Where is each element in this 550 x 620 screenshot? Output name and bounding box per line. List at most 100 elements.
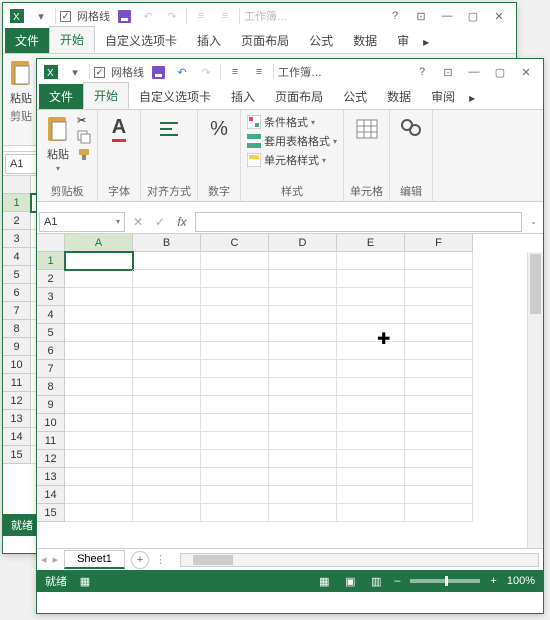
row-header[interactable]: 3 xyxy=(37,288,65,306)
tabs-more-icon[interactable]: ▸ xyxy=(419,31,433,53)
help-button[interactable]: ? xyxy=(409,62,435,82)
cell[interactable] xyxy=(65,432,133,450)
cell[interactable] xyxy=(133,252,201,270)
tab-insert[interactable]: 插入 xyxy=(187,28,231,53)
tab-review[interactable]: 审 xyxy=(387,28,419,53)
align-left-icon[interactable]: ≡ xyxy=(191,6,211,26)
tab-custom[interactable]: 自定义选项卡 xyxy=(95,28,187,53)
cell[interactable] xyxy=(201,504,269,522)
paste-icon[interactable] xyxy=(7,58,35,88)
cell[interactable] xyxy=(405,414,473,432)
help-button[interactable]: ? xyxy=(382,6,408,26)
column-header[interactable]: F xyxy=(405,234,473,252)
cell[interactable] xyxy=(65,288,133,306)
enter-icon[interactable]: ✓ xyxy=(151,215,169,229)
cell[interactable] xyxy=(269,450,337,468)
cell[interactable] xyxy=(337,288,405,306)
cell[interactable] xyxy=(201,324,269,342)
align-left-icon[interactable]: ≡ xyxy=(225,62,245,82)
cell[interactable] xyxy=(133,360,201,378)
cell[interactable] xyxy=(133,414,201,432)
cell[interactable] xyxy=(65,396,133,414)
align-center-icon[interactable]: ≡ xyxy=(215,6,235,26)
row-header[interactable]: 10 xyxy=(3,356,31,374)
row-header[interactable]: 9 xyxy=(37,396,65,414)
cell[interactable] xyxy=(65,486,133,504)
undo-icon[interactable]: ↶ xyxy=(172,62,192,82)
cell[interactable] xyxy=(201,450,269,468)
tab-review[interactable]: 审阅 xyxy=(421,84,465,109)
align-center-icon[interactable]: ≡ xyxy=(249,62,269,82)
row-header[interactable]: 6 xyxy=(3,284,31,302)
ribbon-toggle-button[interactable]: ⊡ xyxy=(408,6,434,26)
cell[interactable] xyxy=(133,396,201,414)
view-normal-icon[interactable]: ▦ xyxy=(316,575,332,588)
cells-button[interactable] xyxy=(352,114,382,144)
cells-area[interactable] xyxy=(65,252,543,548)
cell[interactable] xyxy=(201,486,269,504)
cell[interactable] xyxy=(269,306,337,324)
cell[interactable] xyxy=(405,324,473,342)
fx-icon[interactable]: fx xyxy=(173,215,191,229)
zoom-slider[interactable] xyxy=(410,579,480,583)
cell[interactable] xyxy=(133,306,201,324)
cell[interactable] xyxy=(269,270,337,288)
name-box[interactable]: A1▾ xyxy=(39,212,125,232)
cell[interactable] xyxy=(65,468,133,486)
cell[interactable] xyxy=(405,486,473,504)
cell[interactable] xyxy=(201,306,269,324)
row-header[interactable]: 8 xyxy=(37,378,65,396)
row-header[interactable]: 11 xyxy=(37,432,65,450)
row-header[interactable]: 4 xyxy=(3,248,31,266)
row-header[interactable]: 11 xyxy=(3,374,31,392)
row-header[interactable]: 2 xyxy=(3,212,31,230)
cell[interactable] xyxy=(337,504,405,522)
cell[interactable] xyxy=(269,396,337,414)
add-sheet-button[interactable]: + xyxy=(131,551,149,569)
maximize-button[interactable]: ▢ xyxy=(460,6,486,26)
column-header[interactable]: A xyxy=(65,234,133,252)
cancel-icon[interactable]: ✕ xyxy=(129,215,147,229)
cell[interactable] xyxy=(405,432,473,450)
expand-icon[interactable]: ⌄ xyxy=(526,217,541,226)
save-icon[interactable] xyxy=(114,6,134,26)
sheet-tab[interactable]: Sheet1 xyxy=(64,550,125,569)
cut-icon[interactable]: ✂ xyxy=(77,114,91,127)
cell[interactable] xyxy=(405,252,473,270)
cell[interactable] xyxy=(269,504,337,522)
row-header[interactable]: 7 xyxy=(37,360,65,378)
gridlines-checkbox[interactable]: ✓ xyxy=(94,67,105,78)
row-header[interactable]: 14 xyxy=(3,428,31,446)
cell[interactable] xyxy=(337,432,405,450)
row-header[interactable]: 7 xyxy=(3,302,31,320)
cell[interactable] xyxy=(201,414,269,432)
cell[interactable] xyxy=(201,360,269,378)
cell[interactable] xyxy=(405,306,473,324)
row-header[interactable]: 14 xyxy=(37,486,65,504)
row-header[interactable]: 2 xyxy=(37,270,65,288)
qat-dropdown-icon[interactable]: ▾ xyxy=(65,62,85,82)
cell[interactable] xyxy=(201,396,269,414)
zoom-out-button[interactable]: – xyxy=(394,575,400,587)
cell[interactable] xyxy=(133,378,201,396)
tab-layout[interactable]: 页面布局 xyxy=(265,84,333,109)
cell[interactable] xyxy=(337,468,405,486)
sheet-nav-prev-icon[interactable]: ◂ xyxy=(41,553,47,566)
cell[interactable] xyxy=(337,450,405,468)
zoom-in-button[interactable]: + xyxy=(490,575,496,587)
column-header[interactable]: B xyxy=(133,234,201,252)
row-header[interactable]: 8 xyxy=(3,320,31,338)
cell[interactable] xyxy=(133,288,201,306)
cell[interactable] xyxy=(269,360,337,378)
cell[interactable] xyxy=(133,342,201,360)
save-icon[interactable] xyxy=(148,62,168,82)
cell[interactable] xyxy=(201,270,269,288)
vertical-scrollbar[interactable] xyxy=(527,252,543,548)
cell[interactable] xyxy=(65,270,133,288)
cell[interactable] xyxy=(133,450,201,468)
cell[interactable] xyxy=(405,342,473,360)
row-header[interactable]: 13 xyxy=(3,410,31,428)
row-header[interactable]: 1 xyxy=(3,194,31,212)
tab-insert[interactable]: 插入 xyxy=(221,84,265,109)
sheet-nav-next-icon[interactable]: ▸ xyxy=(53,553,59,566)
